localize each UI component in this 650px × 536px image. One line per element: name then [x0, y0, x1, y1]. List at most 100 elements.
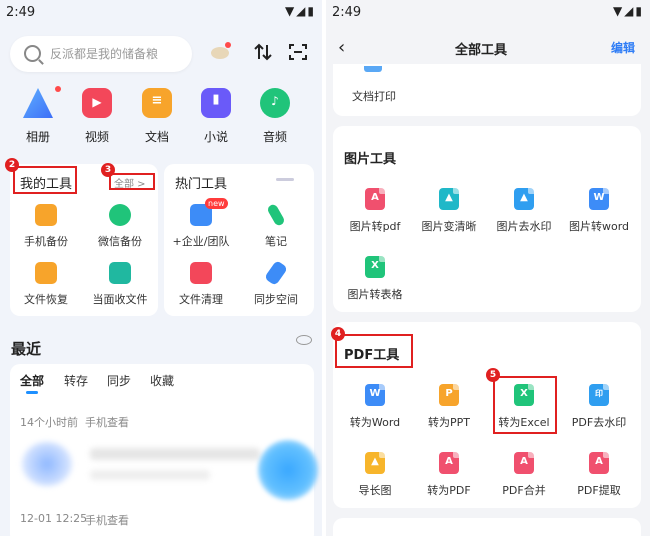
tool-label: +企业/团队	[172, 235, 230, 248]
step-badge: 5	[486, 368, 500, 382]
tool-label: 微信备份	[98, 235, 142, 248]
tool-export-long-image[interactable]: ▲ 导长图	[336, 452, 414, 498]
app-novel[interactable]: ▮ 小说	[191, 88, 241, 145]
notification-dot	[55, 86, 61, 92]
app-doc[interactable]: ≡ 文档	[132, 88, 182, 145]
tool-label: 图片去水印	[496, 220, 552, 233]
tool-label: 当面收文件	[92, 293, 148, 306]
tab-saved[interactable]: 转存	[64, 372, 88, 389]
tab-sync[interactable]: 同步	[107, 372, 131, 389]
pdf-file-icon: A	[439, 452, 459, 474]
icon-glyph: ▲	[371, 456, 379, 467]
image-file-icon: ▲	[514, 188, 534, 210]
doc-icon: ≡	[142, 88, 172, 118]
tool-receive-file[interactable]: 当面收文件	[82, 262, 158, 307]
app-video[interactable]: ▶ 视频	[72, 88, 122, 145]
tool-pdf-to-ppt[interactable]: P 转为PPT	[410, 384, 488, 430]
excel-file-icon: X	[365, 256, 385, 278]
more-indicator	[276, 178, 294, 181]
doc-print-icon	[364, 66, 382, 72]
tool-file-clean[interactable]: 文件清理	[163, 262, 239, 307]
tool-pdf-watermark-remove[interactable]: 印 PDF去水印	[560, 384, 638, 430]
search-icon	[24, 45, 41, 62]
my-tools-all-link[interactable]: 全部 >	[114, 175, 146, 190]
tool-pdf-extract[interactable]: A PDF提取	[560, 452, 638, 498]
step-badge: 2	[5, 158, 19, 172]
app-label: 文档	[144, 130, 169, 144]
tool-pdf-merge[interactable]: A PDF合并	[485, 452, 563, 498]
app-album[interactable]: 相册	[13, 86, 63, 145]
pdf-file-icon: A	[365, 188, 385, 210]
tool-notes[interactable]: 笔记	[238, 202, 314, 249]
file-recovery-icon	[35, 262, 57, 284]
status-time: 2:49	[6, 5, 36, 20]
tool-image-watermark-remove[interactable]: ▲ 图片去水印	[485, 188, 563, 234]
tool-file-recovery[interactable]: 文件恢复	[8, 262, 84, 307]
tab-favorite[interactable]: 收藏	[150, 372, 174, 389]
icon-glyph: X	[520, 388, 528, 399]
icon-glyph: ▲	[520, 192, 528, 203]
status-bar: 2:49 ▼◢▮	[326, 0, 650, 26]
tool-label: PDF合并	[502, 484, 546, 497]
eye-icon[interactable]	[296, 335, 312, 345]
icon-glyph: A	[371, 192, 379, 203]
tool-pdf-to-excel[interactable]: X 转为Excel	[485, 384, 563, 430]
receive-file-icon	[109, 262, 131, 284]
recent-time: 14个小时前	[20, 416, 78, 429]
word-file-icon: W	[589, 188, 609, 210]
tool-enterprise-team[interactable]: new +企业/团队	[163, 198, 239, 249]
phone-backup-icon	[35, 204, 57, 226]
search-bar[interactable]: 反派都是我的储备粮	[10, 36, 192, 72]
clean-brush-icon	[190, 262, 212, 284]
tool-label: 同步空间	[254, 293, 298, 306]
icon-glyph: 印	[595, 389, 603, 398]
tool-image-to-word[interactable]: W 图片转word	[560, 188, 638, 234]
icon-glyph: ▲	[445, 192, 453, 203]
home-screen: 2:49 ▼◢▮ 反派都是我的储备粮 相册 ▶ 视频 ≡ 文档 ▮ 小说 ♪ 音…	[0, 0, 322, 536]
recent-thumbnail[interactable]	[22, 442, 72, 486]
app-label: 音频	[262, 130, 287, 144]
tool-label: 导长图	[358, 484, 392, 497]
tool-label: 手机备份	[24, 235, 68, 248]
pdf-file-icon: A	[514, 452, 534, 474]
word-file-icon: W	[365, 384, 385, 406]
edit-button[interactable]: 编辑	[611, 39, 635, 56]
tool-label: 图片转表格	[347, 288, 403, 301]
tool-pdf-to-word[interactable]: W 转为Word	[336, 384, 414, 430]
tab-all[interactable]: 全部	[20, 372, 44, 389]
icon-glyph: A	[595, 456, 603, 467]
tool-image-to-table[interactable]: X 图片转表格	[336, 256, 414, 302]
back-button[interactable]: ‹	[338, 37, 345, 58]
floating-button[interactable]	[258, 440, 318, 500]
tool-label: 图片变清晰	[421, 220, 477, 233]
ppt-file-icon: P	[439, 384, 459, 406]
tab-underline	[26, 391, 38, 394]
doc-print-label[interactable]: 文档打印	[352, 88, 396, 104]
tool-label: 转为PPT	[428, 416, 470, 429]
icon-glyph: X	[371, 260, 379, 271]
tool-image-enhance[interactable]: ▲ 图片变清晰	[410, 188, 488, 234]
recent-filename-blurred[interactable]	[90, 448, 260, 460]
tool-wechat-backup[interactable]: 微信备份	[82, 204, 158, 249]
tool-to-pdf[interactable]: A 转为PDF	[410, 452, 488, 498]
tool-sync-space[interactable]: 同步空间	[238, 259, 314, 307]
tool-label: 图片转pdf	[349, 220, 401, 233]
app-label: 视频	[84, 130, 109, 144]
tool-label: 转为PDF	[427, 484, 471, 497]
wechat-backup-icon	[109, 204, 131, 226]
tool-label: PDF提取	[577, 484, 621, 497]
tool-label: 笔记	[265, 235, 287, 248]
tool-image-to-pdf[interactable]: A 图片转pdf	[336, 188, 414, 234]
tool-phone-backup[interactable]: 手机备份	[8, 204, 84, 249]
image-file-icon: ▲	[365, 452, 385, 474]
transfer-icon[interactable]	[250, 42, 276, 67]
sync-icon	[263, 259, 289, 287]
app-music[interactable]: ♪ 音频	[250, 88, 300, 145]
game-icon[interactable]	[208, 40, 234, 67]
scan-icon[interactable]	[285, 42, 311, 67]
tool-label: 转为Excel	[498, 416, 550, 429]
tool-label: 图片转word	[568, 220, 630, 233]
album-icon	[23, 88, 53, 118]
recent-source: 手机查看	[85, 416, 129, 429]
recent-detail-blurred	[90, 470, 210, 480]
